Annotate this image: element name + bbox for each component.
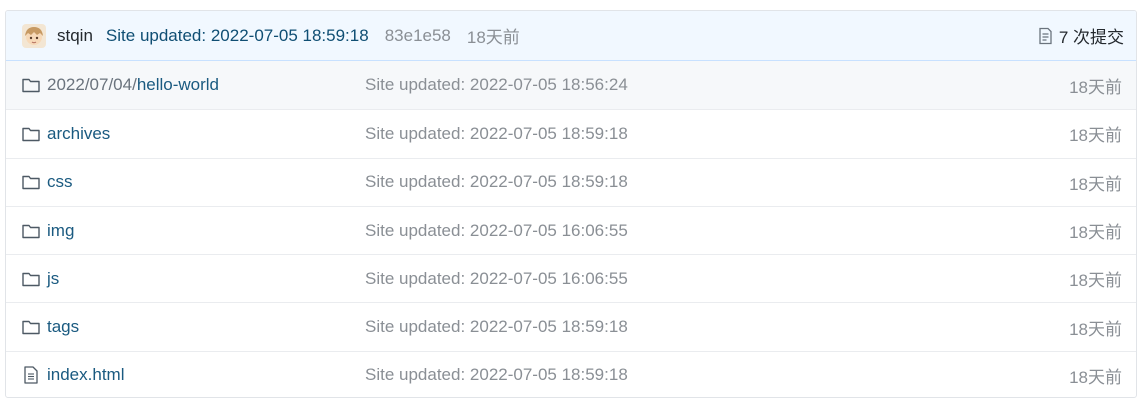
folder-icon-wrap — [22, 76, 40, 94]
file-name-link[interactable]: img — [47, 221, 365, 241]
file-name-link[interactable]: js — [47, 269, 365, 289]
file-list: 2022/07/04/hello-world Site updated: 2022… — [6, 61, 1136, 397]
file-row[interactable]: tags Site updated: 2022-07-05 18:59:18 18天… — [6, 302, 1136, 350]
file-name[interactable]: archives — [47, 124, 110, 143]
avatar[interactable] — [22, 23, 46, 48]
folder-icon-wrap — [22, 270, 40, 288]
file-commit-age: 18天前 — [1069, 319, 1122, 339]
file-name-link[interactable]: archives — [47, 124, 365, 144]
avatar-icon — [22, 23, 46, 48]
file-commit-message[interactable]: Site updated: 2022-07-05 16:06:55 — [365, 269, 1069, 289]
file-commit-age: 18天前 — [1069, 367, 1122, 387]
file-commit-message[interactable]: Site updated: 2022-07-05 18:59:18 — [365, 317, 1069, 337]
folder-icon — [22, 176, 40, 190]
file-browser: stqin Site updated: 2022-07-05 18:59:18 … — [5, 10, 1137, 398]
file-icon-wrap — [22, 366, 40, 385]
file-row[interactable]: js Site updated: 2022-07-05 16:06:55 18天前 — [6, 254, 1136, 302]
commit-author[interactable]: stqin — [57, 26, 93, 46]
file-commit-age: 18天前 — [1069, 77, 1122, 97]
commit-message[interactable]: Site updated: 2022-07-05 18:59:18 — [106, 26, 369, 46]
file-name[interactable]: img — [47, 221, 74, 240]
folder-icon — [22, 272, 40, 287]
file-row[interactable]: img Site updated: 2022-07-05 16:06:55 18天前 — [6, 205, 1136, 254]
file-icon — [24, 366, 38, 385]
file-commit-age: 18天前 — [1069, 271, 1122, 291]
commits-count-label: 7 次提交 — [1058, 28, 1124, 47]
file-commit-age: 18天前 — [1069, 126, 1122, 146]
file-name-link[interactable]: 2022/07/04/hello-world — [47, 75, 365, 95]
commit-sha[interactable]: 83e1e58 — [385, 26, 451, 46]
folder-icon-wrap — [22, 125, 40, 143]
folder-icon — [22, 320, 40, 335]
folder-icon-wrap — [22, 318, 40, 336]
file-name-link[interactable]: tags — [47, 317, 365, 337]
file-path-prefix[interactable]: 2022/07/04/ — [47, 75, 137, 94]
commit-age: 18天前 — [466, 28, 520, 47]
file-name-link[interactable]: css — [47, 172, 365, 192]
file-row[interactable]: index.html Site updated: 2022-07-05 18:59… — [6, 350, 1136, 397]
folder-icon — [22, 78, 40, 93]
folder-icon-wrap — [22, 222, 40, 240]
latest-commit-bar: stqin Site updated: 2022-07-05 18:59:18 … — [6, 11, 1136, 61]
folder-icon — [22, 127, 40, 142]
folder-icon-wrap — [22, 173, 40, 191]
file-commit-message[interactable]: Site updated: 2022-07-05 18:56:24 — [365, 75, 1069, 95]
file-name[interactable]: tags — [47, 317, 79, 336]
file-name-link[interactable]: index.html — [47, 365, 365, 385]
file-commit-message[interactable]: Site updated: 2022-07-05 18:59:18 — [365, 124, 1069, 144]
file-name[interactable]: js — [47, 269, 59, 288]
file-commit-message[interactable]: Site updated: 2022-07-05 18:59:18 — [365, 365, 1069, 385]
file-commit-message[interactable]: Site updated: 2022-07-05 16:06:55 — [365, 221, 1069, 241]
history-book-icon — [1039, 27, 1052, 44]
file-name[interactable]: index.html — [47, 365, 124, 384]
file-row[interactable]: archives Site updated: 2022-07-05 18:59:1… — [6, 109, 1136, 157]
file-commit-age: 18天前 — [1069, 223, 1122, 243]
file-commit-age: 18天前 — [1069, 174, 1122, 194]
file-row[interactable]: css Site updated: 2022-07-05 18:59:18 18天前 — [6, 157, 1136, 206]
file-name[interactable]: hello-world — [137, 75, 219, 94]
file-commit-message[interactable]: Site updated: 2022-07-05 18:59:18 — [365, 172, 1069, 192]
file-row[interactable]: 2022/07/04/hello-world Site updated: 2022… — [6, 61, 1136, 110]
commits-count-link[interactable]: 7 次提交 — [1037, 23, 1124, 48]
folder-icon — [22, 224, 40, 238]
file-name[interactable]: css — [47, 172, 73, 191]
